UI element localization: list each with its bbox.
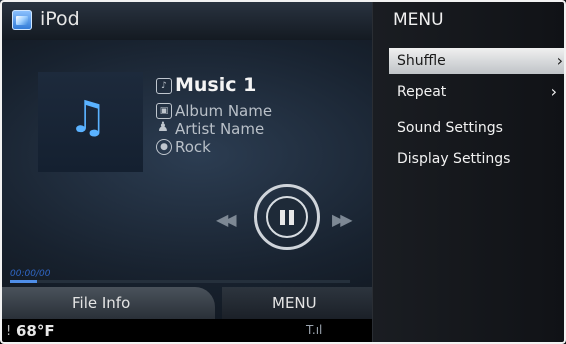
chevron-right-icon: › (556, 51, 563, 70)
menu-item-label: Sound Settings (397, 120, 503, 136)
artist-name: Artist Name (175, 120, 265, 138)
tab-file-info-label: File Info (72, 294, 131, 312)
menu-item-sound-settings[interactable]: Sound Settings (393, 115, 561, 141)
chevron-right-icon: › (550, 82, 557, 101)
tab-menu-label: MENU (272, 294, 317, 312)
ipod-screen: iPod ♫ ♪ Music 1 ▣ Album Name ♟ Artist N… (0, 0, 566, 344)
elapsed-time: 00:00/00 (10, 269, 51, 279)
menu-item-shuffle[interactable]: Shuffle › (389, 48, 566, 74)
menu-panel: MENU Shuffle › Repeat › Sound Settings D… (372, 0, 566, 344)
album-icon: ▣ (156, 103, 172, 119)
status-marker: ! (6, 324, 12, 339)
album-name: Album Name (175, 102, 273, 120)
menu-title: MENU (393, 10, 444, 30)
menu-item-label: Display Settings (397, 151, 511, 167)
temperature: 68°F (16, 322, 55, 340)
menu-item-label: Repeat (397, 84, 447, 100)
music-icon: ♪ (156, 78, 172, 94)
tab-file-info[interactable]: File Info (0, 287, 215, 319)
genre-icon: ● (156, 139, 172, 155)
signal-strength-icon: T.ıl (306, 323, 323, 337)
menu-item-label: Shuffle (397, 53, 446, 69)
genre-name: Rock (175, 138, 211, 156)
ipod-app-icon (12, 10, 32, 30)
pause-button[interactable] (266, 196, 308, 238)
album-art: ♫ (38, 72, 143, 172)
progress-fill (10, 280, 38, 283)
artist-icon: ♟ (157, 120, 169, 135)
menu-item-repeat[interactable]: Repeat › (393, 79, 561, 105)
previous-track-icon[interactable]: ◀◀ (216, 210, 237, 229)
music-note-icon: ♫ (68, 92, 108, 143)
next-track-icon[interactable]: ▶▶ (332, 210, 353, 229)
app-title: iPod (40, 8, 80, 30)
menu-item-display-settings[interactable]: Display Settings (393, 146, 561, 172)
tab-menu[interactable]: MENU (222, 287, 372, 319)
progress-bar[interactable] (10, 280, 350, 283)
track-title: Music 1 (175, 74, 257, 96)
